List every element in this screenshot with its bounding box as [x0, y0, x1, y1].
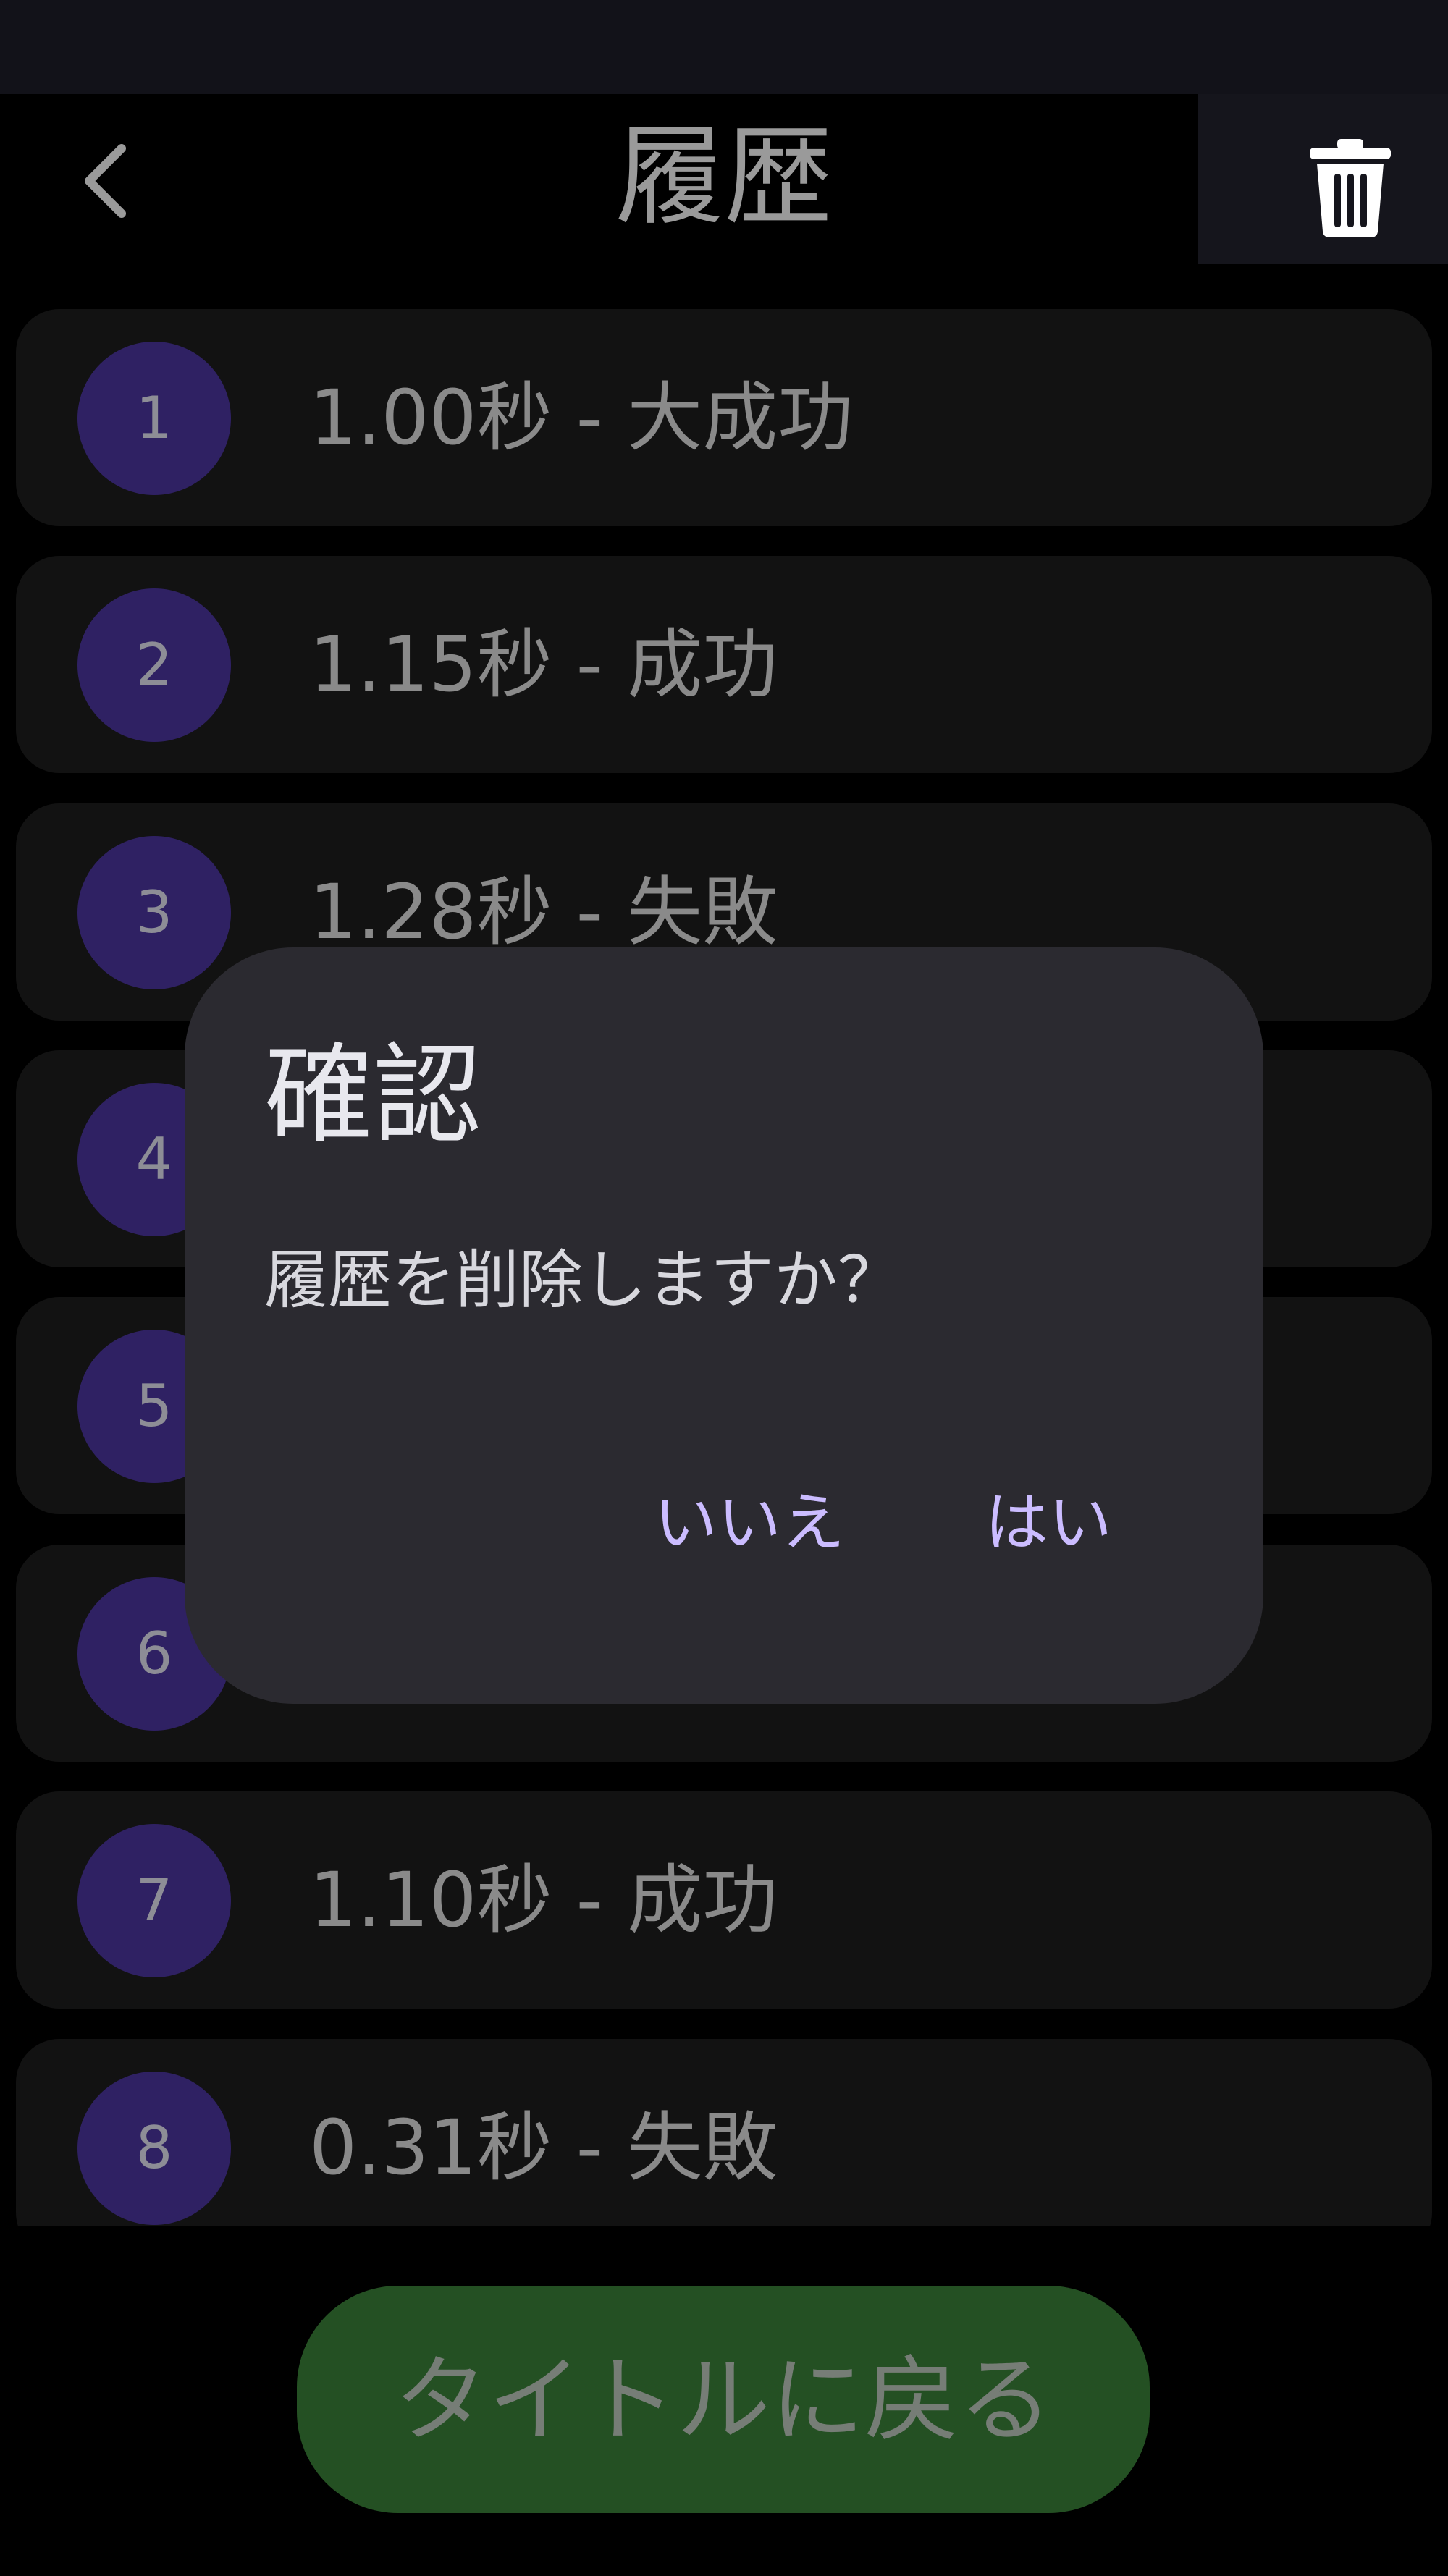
result-text: 1.10秒 - 成功 [309, 1856, 778, 1944]
rank-badge: 2 [77, 588, 231, 742]
list-item[interactable]: 2 1.15秒 - 成功 [16, 556, 1432, 773]
history-screen: 履歴 1 1.00秒 - 大成功 2 1.15秒 - 成功 3 1.28秒 - … [0, 0, 1448, 2576]
result-text: 0.31秒 - 失敗 [309, 2103, 778, 2192]
list-item[interactable]: 8 0.31秒 - 失敗 [16, 2039, 1432, 2226]
list-item[interactable]: 7 1.10秒 - 成功 [16, 1791, 1432, 2009]
rank-badge: 1 [77, 342, 231, 495]
dialog-no-button[interactable]: いいえ [654, 1483, 845, 1563]
trash-icon [1310, 139, 1391, 237]
back-to-title-button[interactable]: タイトルに戻る [297, 2286, 1150, 2513]
dialog-message: 履歴を削除しますか？ [264, 1243, 902, 1317]
confirm-dialog: 確認 履歴を削除しますか？ いいえ はい [185, 947, 1263, 1704]
rank-badge: 3 [77, 836, 231, 989]
top-app-bar: 履歴 [0, 94, 1448, 264]
rank-badge: 7 [77, 1824, 231, 1977]
delete-history-button[interactable] [1198, 94, 1448, 264]
dialog-yes-button[interactable]: はい [985, 1483, 1112, 1563]
dialog-title: 確認 [264, 1033, 482, 1159]
rank-badge: 8 [77, 2072, 231, 2225]
list-item[interactable]: 1 1.00秒 - 大成功 [16, 309, 1432, 526]
result-text: 1.15秒 - 成功 [309, 620, 778, 709]
status-bar [0, 0, 1448, 94]
result-text: 1.00秒 - 大成功 [309, 373, 854, 462]
